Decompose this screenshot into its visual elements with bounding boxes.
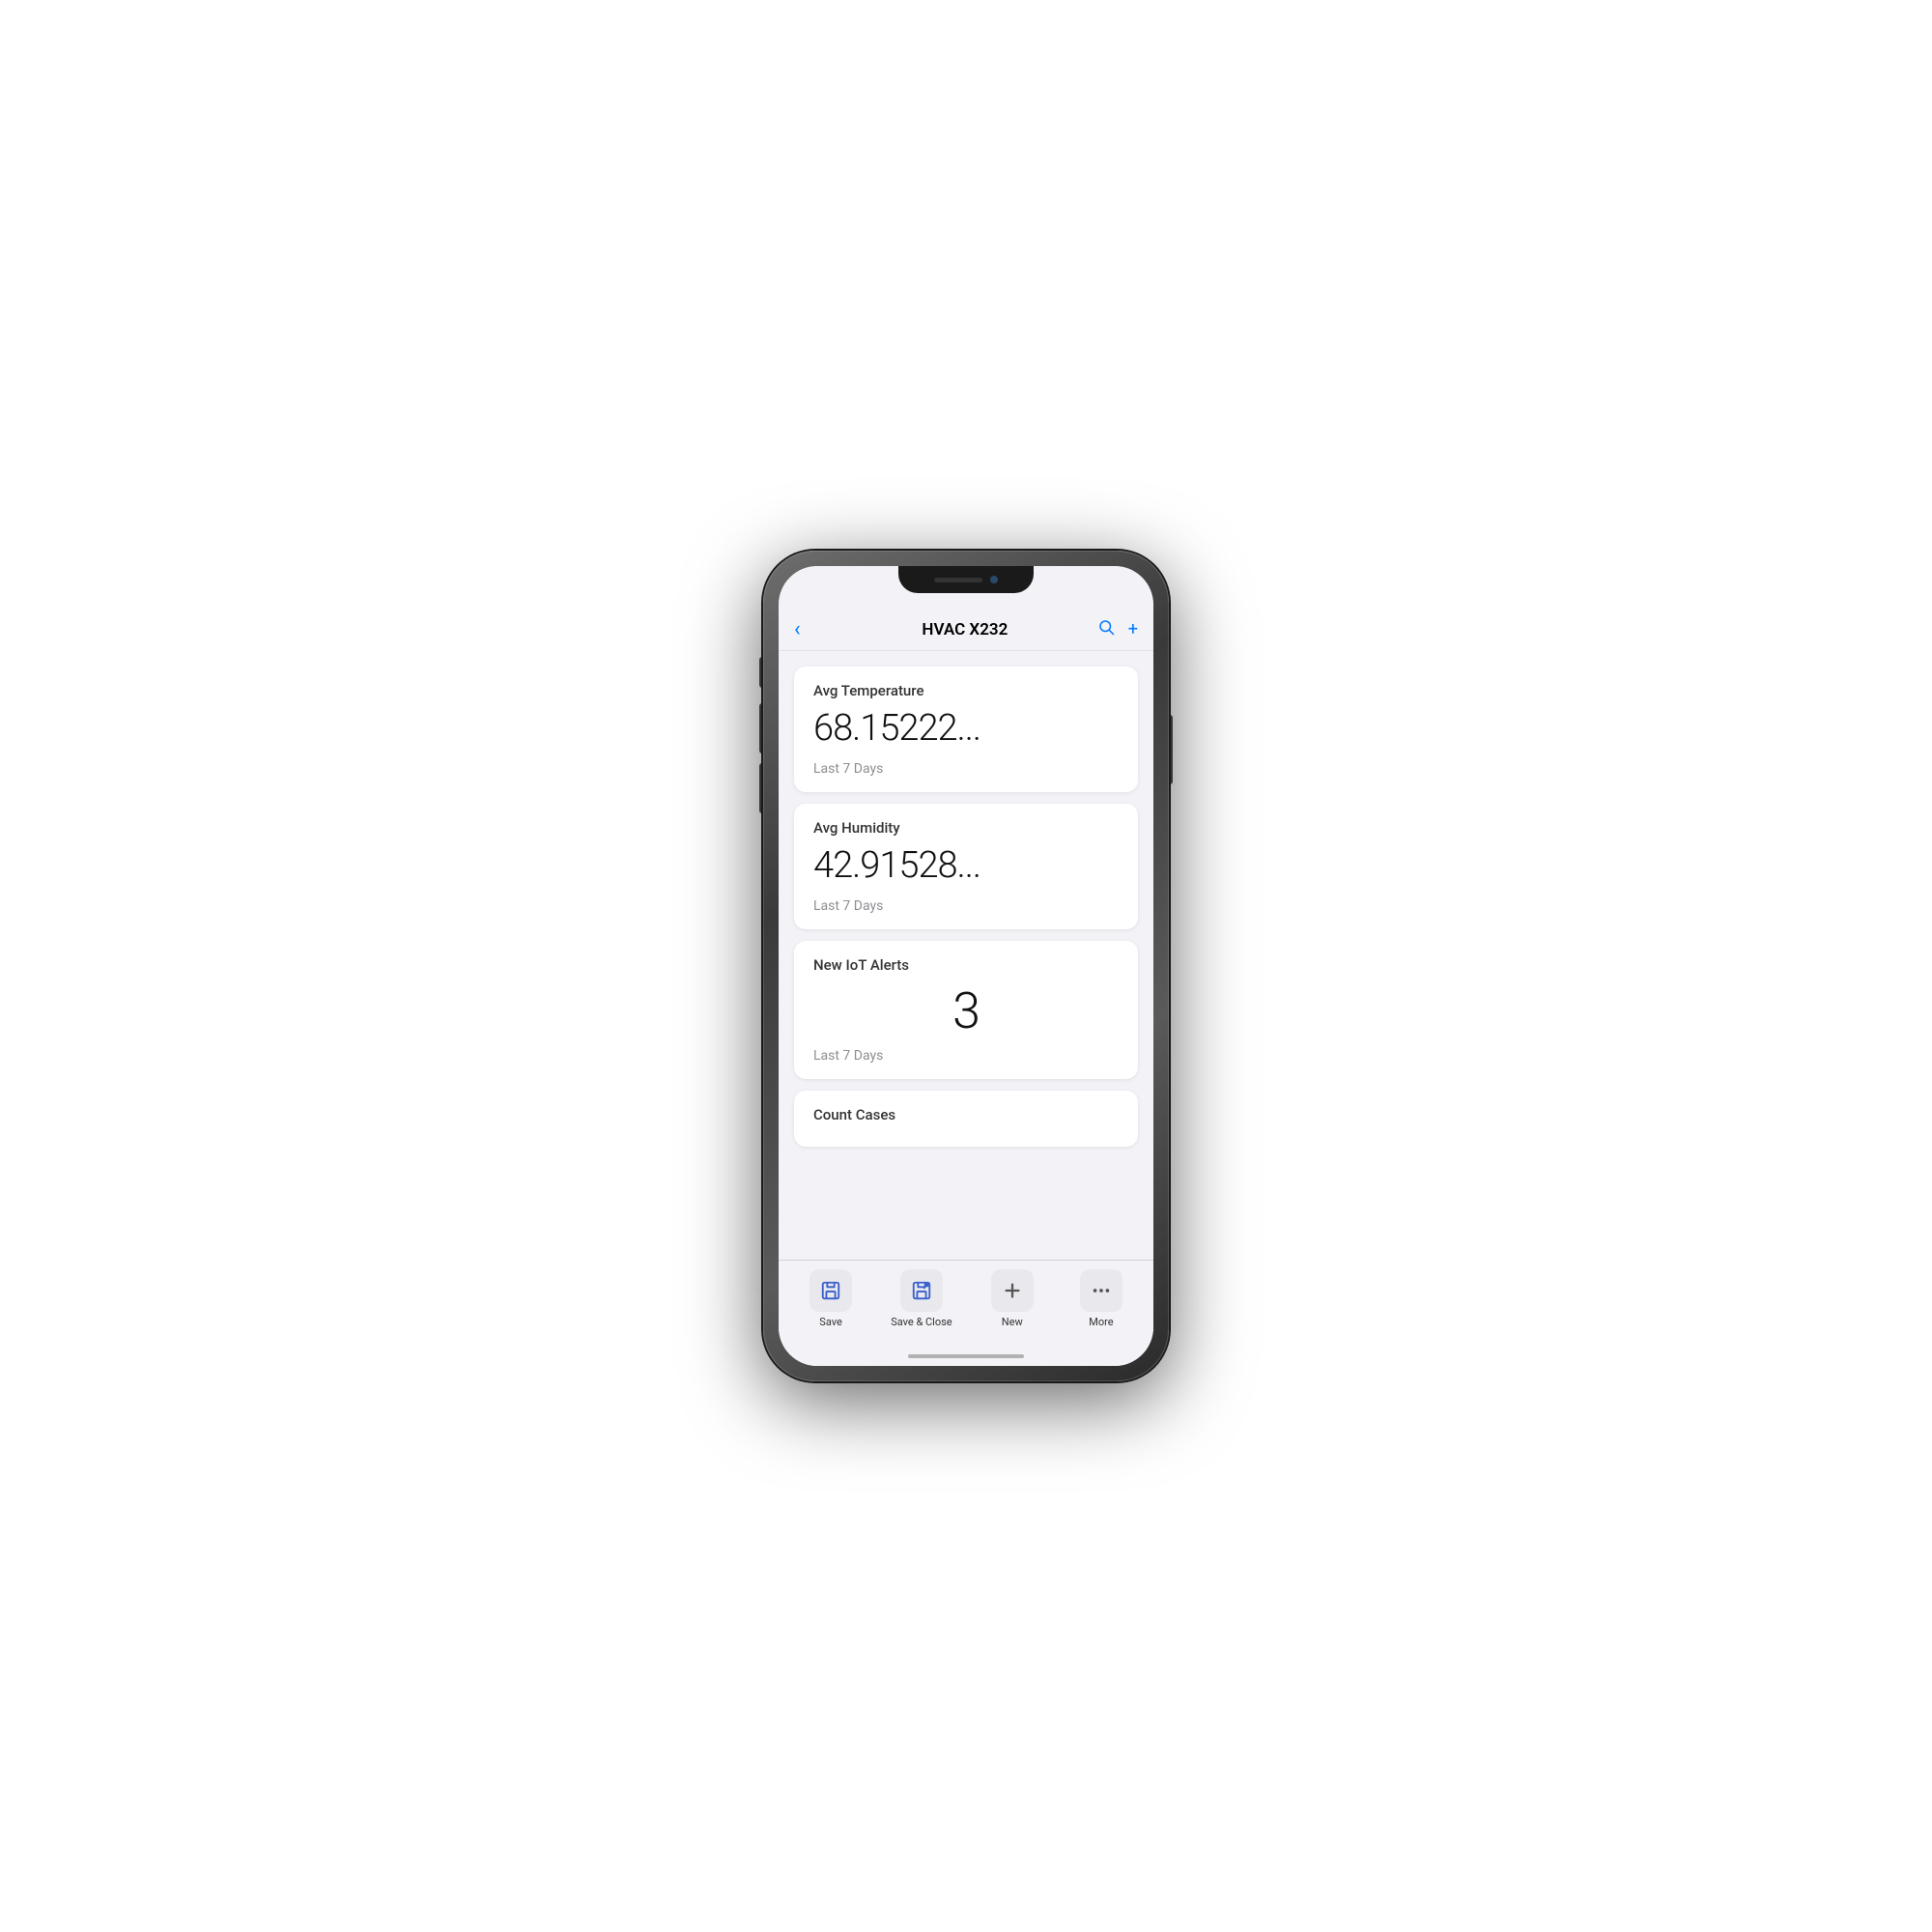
back-button[interactable]: ‹ — [794, 617, 833, 641]
add-icon[interactable]: + — [1128, 619, 1138, 639]
bottom-toolbar: Save Save & Close — [779, 1260, 1153, 1347]
save-close-icon-wrap — [900, 1269, 943, 1312]
new-icon-wrap — [991, 1269, 1034, 1312]
more-icon — [1091, 1280, 1112, 1301]
home-bar — [908, 1354, 1024, 1358]
save-icon-wrap — [810, 1269, 852, 1312]
save-toolbar-item[interactable]: Save — [802, 1269, 860, 1328]
save-close-icon — [911, 1280, 932, 1301]
phone-screen: ‹ HVAC X232 + Avg Temperature 68.15222..… — [779, 566, 1153, 1366]
save-icon — [820, 1280, 841, 1301]
avg-humidity-value: 42.91528... — [813, 844, 1119, 887]
more-icon-wrap — [1080, 1269, 1122, 1312]
phone-device: ‹ HVAC X232 + Avg Temperature 68.15222..… — [763, 551, 1169, 1381]
more-label: More — [1089, 1316, 1113, 1328]
count-cases-card: Count Cases — [794, 1091, 1138, 1147]
new-iot-alerts-card: New IoT Alerts 3 Last 7 Days — [794, 941, 1138, 1079]
avg-temperature-period: Last 7 Days — [813, 761, 1119, 777]
save-close-toolbar-item[interactable]: Save & Close — [891, 1269, 952, 1328]
avg-temperature-card: Avg Temperature 68.15222... Last 7 Days — [794, 667, 1138, 792]
more-toolbar-item[interactable]: More — [1072, 1269, 1130, 1328]
nav-header: ‹ HVAC X232 + — [779, 609, 1153, 651]
page-title: HVAC X232 — [833, 620, 1097, 639]
power-button — [1169, 715, 1173, 784]
home-indicator — [779, 1347, 1153, 1366]
save-label: Save — [819, 1316, 842, 1328]
avg-humidity-period: Last 7 Days — [813, 898, 1119, 914]
new-icon — [1002, 1280, 1023, 1301]
new-iot-alerts-period: Last 7 Days — [813, 1048, 1119, 1064]
scroll-content: Avg Temperature 68.15222... Last 7 Days … — [779, 651, 1153, 1260]
speaker — [934, 578, 982, 582]
new-iot-alerts-value: 3 — [813, 981, 1119, 1040]
count-cases-label: Count Cases — [813, 1106, 1119, 1123]
new-label: New — [1002, 1316, 1023, 1328]
notch — [898, 566, 1034, 593]
new-iot-alerts-label: New IoT Alerts — [813, 956, 1119, 974]
camera — [990, 576, 998, 583]
new-toolbar-item[interactable]: New — [983, 1269, 1041, 1328]
avg-humidity-card: Avg Humidity 42.91528... Last 7 Days — [794, 804, 1138, 929]
avg-temperature-label: Avg Temperature — [813, 682, 1119, 699]
avg-humidity-label: Avg Humidity — [813, 819, 1119, 837]
save-close-label: Save & Close — [891, 1316, 952, 1328]
avg-temperature-value: 68.15222... — [813, 707, 1119, 750]
search-icon[interactable] — [1097, 618, 1115, 640]
nav-actions: + — [1097, 618, 1138, 640]
